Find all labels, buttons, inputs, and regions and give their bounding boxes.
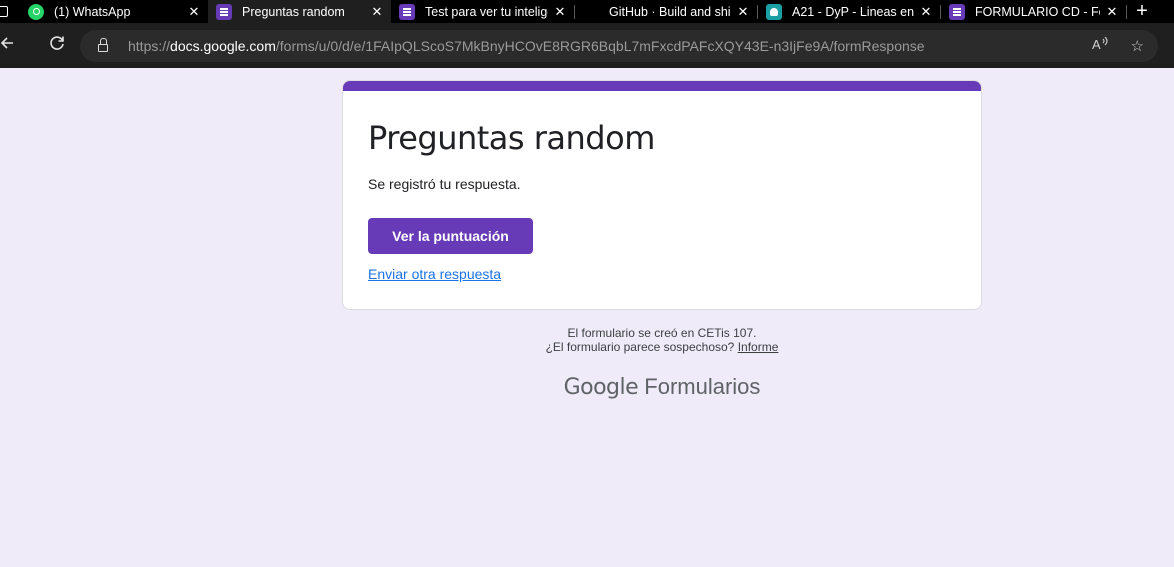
google-forms-icon bbox=[949, 3, 965, 20]
form-title: Preguntas random bbox=[368, 119, 655, 157]
reload-icon[interactable] bbox=[42, 34, 72, 58]
forms-wordmark: Formularios bbox=[644, 374, 761, 399]
close-tab-icon[interactable]: ✕ bbox=[735, 4, 751, 20]
new-tab-button[interactable]: + bbox=[1127, 0, 1157, 23]
tab-classroom[interactable]: A21 - DyP - Lineas en C ✕ bbox=[758, 0, 940, 23]
submit-another-response-link[interactable]: Enviar otra respuesta bbox=[368, 266, 501, 282]
whatsapp-icon bbox=[28, 3, 44, 20]
report-link[interactable]: Informe bbox=[738, 340, 779, 354]
confirmation-message: Se registró tu respuesta. bbox=[368, 176, 521, 192]
browser-toolbar: https://docs.google.com/forms/u/0/d/e/1F… bbox=[0, 23, 1174, 68]
svg-text:A: A bbox=[1092, 37, 1101, 52]
tab-title: FORMULARIO CD - For bbox=[975, 4, 1100, 19]
tab-title: (1) WhatsApp bbox=[54, 4, 131, 19]
read-aloud-icon[interactable]: A bbox=[1091, 36, 1109, 56]
tab-formulario-cd[interactable]: FORMULARIO CD - For ✕ bbox=[941, 0, 1126, 23]
close-tab-icon[interactable]: ✕ bbox=[552, 4, 568, 20]
tab-title: GitHub · Build and ship bbox=[609, 4, 731, 19]
view-score-button[interactable]: Ver la puntuación bbox=[368, 218, 533, 254]
url-scheme: https:// bbox=[128, 38, 171, 54]
close-tab-icon[interactable]: ✕ bbox=[1104, 4, 1120, 20]
close-tab-icon[interactable]: ✕ bbox=[918, 4, 934, 20]
url-host: docs.google.com bbox=[170, 38, 276, 54]
tab-title: Preguntas random bbox=[242, 4, 345, 19]
card-accent-bar bbox=[343, 81, 981, 91]
close-tab-icon[interactable]: ✕ bbox=[186, 4, 202, 20]
form-page: Preguntas random Se registró tu respuest… bbox=[0, 68, 1174, 567]
url-path: /forms/u/0/d/e/1FAIpQLScoS7MkBnyHCOvE8RG… bbox=[275, 38, 925, 54]
google-forms-logo[interactable]: Google Formularios bbox=[342, 374, 982, 400]
tab-actions-icon bbox=[0, 6, 8, 17]
close-tab-icon[interactable]: ✕ bbox=[369, 4, 385, 20]
url-text[interactable]: https://docs.google.com/forms/u/0/d/e/1F… bbox=[128, 38, 925, 54]
lock-icon[interactable] bbox=[98, 38, 108, 52]
tab-whatsapp[interactable]: (1) WhatsApp ✕ bbox=[20, 0, 208, 23]
favorite-star-icon[interactable]: ☆ bbox=[1131, 37, 1144, 55]
google-wordmark: Google bbox=[563, 375, 639, 400]
back-arrow-icon[interactable] bbox=[0, 35, 20, 57]
tab-title: Test para ver tu intelige bbox=[425, 4, 548, 19]
tab-title: A21 - DyP - Lineas en C bbox=[792, 4, 914, 19]
suspicious-text: ¿El formulario parece sospechoso? bbox=[545, 340, 735, 354]
google-forms-icon bbox=[399, 3, 415, 20]
tab-test-inteligencia[interactable]: Test para ver tu intelige ✕ bbox=[391, 0, 574, 23]
address-bar[interactable]: https://docs.google.com/forms/u/0/d/e/1F… bbox=[80, 30, 1158, 62]
form-footer: El formulario se creó en CETis 107. ¿El … bbox=[342, 326, 982, 354]
tab-strip: (1) WhatsApp ✕ Preguntas random ✕ Test p… bbox=[0, 0, 1174, 23]
google-forms-icon bbox=[216, 3, 232, 20]
tab-github[interactable]: GitHub · Build and ship ✕ bbox=[575, 0, 757, 23]
tab-actions-button[interactable] bbox=[0, 0, 20, 23]
form-created-text: El formulario se creó en CETis 107. bbox=[567, 326, 757, 340]
tab-preguntas-random[interactable]: Preguntas random ✕ bbox=[208, 0, 391, 23]
confirmation-card: Preguntas random Se registró tu respuest… bbox=[342, 80, 982, 310]
github-icon bbox=[583, 4, 599, 20]
google-classroom-icon bbox=[766, 3, 782, 20]
suspicious-line: ¿El formulario parece sospechoso? Inform… bbox=[342, 340, 982, 354]
